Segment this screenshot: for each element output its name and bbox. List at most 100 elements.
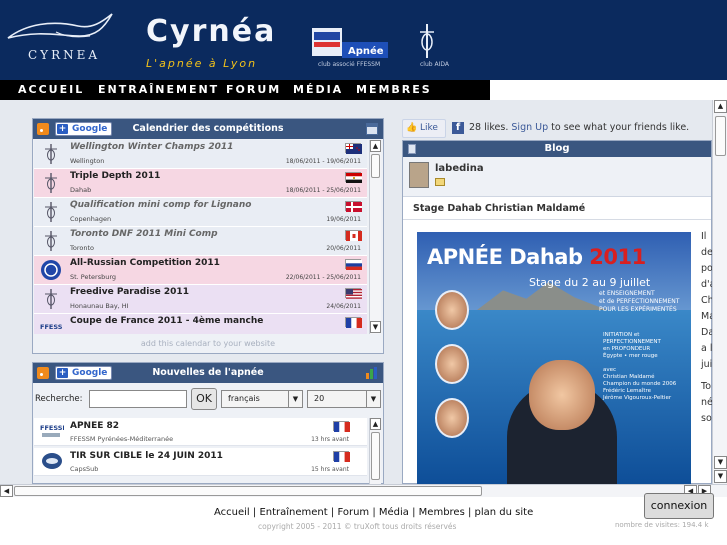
nav-membres[interactable]: MEMBRES <box>356 83 432 96</box>
page-horizontal-scrollbar[interactable]: ◀ ◀ ▶ <box>0 484 727 497</box>
chevron-down-icon: ▼ <box>288 391 302 407</box>
event-row[interactable]: All-Russian Competition 2011 St. Petersbu… <box>34 256 367 285</box>
scroll-down-arrow-icon[interactable]: ▼ <box>370 321 381 333</box>
event-name[interactable]: Toronto DNF 2011 Mini Comp <box>70 229 218 239</box>
post-text-line: Ma <box>701 311 712 322</box>
portrait-2 <box>435 344 469 384</box>
nav-media[interactable]: MÉDIA <box>293 83 343 96</box>
scroll-up-arrow-icon[interactable]: ▲ <box>370 418 381 430</box>
event-row[interactable]: Qualification mini comp for Lignano Copen… <box>34 198 367 227</box>
copyright: copyright 2005 - 2011 © truXoft tous dro… <box>258 522 457 531</box>
scroll-thumb[interactable] <box>371 154 380 178</box>
post-text-line: sou <box>701 413 712 424</box>
event-name[interactable]: All-Russian Competition 2011 <box>70 258 220 268</box>
scroll-up-arrow-icon[interactable]: ▲ <box>714 100 727 113</box>
blog-header: Blog <box>403 141 711 157</box>
aida-trident-icon <box>45 202 57 222</box>
footer-link[interactable]: Entraînement <box>259 507 327 518</box>
link-separator: | <box>327 507 338 518</box>
ffessm-icon: FFESSM <box>40 323 62 331</box>
event-row[interactable]: Freedive Paradise 2011 Honaunau Bay, HI 24… <box>34 285 367 314</box>
post-title[interactable]: Stage Dahab Christian Maldamé <box>413 203 585 214</box>
scroll-up-arrow-icon[interactable]: ▲ <box>370 140 381 152</box>
blog-title: Blog <box>544 143 570 154</box>
poster-title: APNÉE Dahab 2011 <box>427 245 646 269</box>
language-select[interactable]: français ▼ <box>221 390 303 408</box>
event-name[interactable]: Wellington Winter Champs 2011 <box>70 142 233 152</box>
link-separator: | <box>249 507 260 518</box>
likes-rest-text: to see what your friends like. <box>551 122 690 133</box>
news-source: CapsSub <box>70 465 99 473</box>
connexion-button[interactable]: connexion <box>644 493 714 519</box>
event-name[interactable]: Coupe de France 2011 - 4ème manche <box>70 316 263 326</box>
event-row[interactable]: Triple Depth 2011 Dahab 18/06/2011 - 25/06… <box>34 169 367 198</box>
blog-author: labedina <box>403 157 711 197</box>
mail-icon[interactable] <box>435 178 445 186</box>
bar-chart-icon[interactable] <box>366 367 378 379</box>
main-nav: ACCUEIL ENTRAÎNEMENT FORUM MÉDIA MEMBRES <box>0 80 490 100</box>
news-title[interactable]: TIR SUR CIBLE le 24 JUIN 2011 <box>70 451 223 461</box>
news-item[interactable]: FFESSM APNEE 82 FFESSM Pyrénées-Méditerran… <box>34 418 367 446</box>
site-title[interactable]: Cyrnéa <box>146 14 276 49</box>
event-row[interactable]: Toronto DNF 2011 Mini Comp Toronto 20/06/2… <box>34 227 367 256</box>
scroll-down-arrow-icon[interactable]: ▼ <box>714 456 727 469</box>
scroll-thumb[interactable] <box>14 486 482 496</box>
event-location: Wellington <box>70 157 105 165</box>
svg-text:FFESSM: FFESSM <box>40 323 62 331</box>
competition-calendar-widget: + Google Calendrier des compétitions Well… <box>32 118 384 354</box>
divider <box>403 219 711 220</box>
link-separator: | <box>408 507 419 518</box>
scroll-down-arrow-icon[interactable]: ▼ <box>714 470 727 483</box>
footer-link[interactable]: Média <box>379 507 409 518</box>
scroll-thumb[interactable] <box>715 116 726 156</box>
news-time: 13 hrs avant <box>311 436 349 443</box>
flag-ca-icon <box>345 230 362 241</box>
nav-entrainement[interactable]: ENTRAÎNEMENT <box>98 83 219 96</box>
ok-button[interactable]: OK <box>191 388 217 410</box>
event-name[interactable]: Qualification mini comp for Lignano <box>70 200 251 210</box>
footer-link[interactable]: Membres <box>419 507 465 518</box>
post-body-text: Il der pou d'a Ch Ma Da a l juill To néc sou <box>701 229 712 427</box>
aida-trident-icon <box>45 144 57 164</box>
site-tagline: L'apnée à Lyon <box>146 57 258 70</box>
nav-accueil[interactable]: ACCUEIL <box>18 83 84 96</box>
avatar[interactable] <box>409 162 429 188</box>
chevron-down-icon: ▼ <box>366 391 380 407</box>
flag-dk-icon <box>345 201 362 212</box>
post-text-line: Ch <box>701 295 712 306</box>
news-title[interactable]: APNEE 82 <box>70 421 119 431</box>
nav-forum[interactable]: FORUM <box>226 83 281 96</box>
news-widget: + Google Nouvelles de l'apnée Recherche: … <box>32 362 384 484</box>
scroll-left-arrow-icon[interactable]: ◀ <box>0 485 13 497</box>
post-text-line: d'a <box>701 279 712 290</box>
count-select[interactable]: 20 ▼ <box>307 390 381 408</box>
news-search-bar: Recherche: OK français ▼ 20 ▼ <box>33 385 383 413</box>
event-row[interactable]: FFESSM Coupe de France 2011 - 4ème manche <box>34 314 367 334</box>
calendar-icon[interactable] <box>366 123 378 135</box>
logo-text: CYRNEA <box>28 48 101 62</box>
add-calendar-link[interactable]: add this calendar to your website <box>33 339 383 348</box>
calendar-scrollbar[interactable]: ▲ ▼ <box>369 140 381 334</box>
calendar-title: Calendrier des compétitions <box>132 123 284 134</box>
poster-stage: Stage du 2 au 9 juillet <box>529 276 651 289</box>
footer-link[interactable]: Forum <box>337 507 369 518</box>
facebook-like-button[interactable]: Like <box>402 119 446 138</box>
news-search-input[interactable] <box>89 390 187 408</box>
flag-fr-icon <box>345 317 362 328</box>
ffessm-logo-icon[interactable]: Apnée <box>312 24 392 60</box>
competition-logo-icon <box>41 260 61 280</box>
author-name[interactable]: labedina <box>435 163 484 174</box>
news-scrollbar[interactable]: ▲ <box>369 418 381 484</box>
event-name[interactable]: Freedive Paradise 2011 <box>70 287 189 297</box>
scroll-thumb[interactable] <box>371 432 380 480</box>
footer-link[interactable]: plan du site <box>475 507 534 518</box>
dahab-poster-image[interactable]: APNÉE Dahab 2011 Stage du 2 au 9 juillet… <box>417 232 691 484</box>
footer-link[interactable]: Accueil <box>214 507 250 518</box>
page-vertical-scrollbar[interactable]: ▲ ▼ ▼ <box>712 100 727 484</box>
aida-logo-icon[interactable] <box>414 22 440 60</box>
event-row[interactable]: Wellington Winter Champs 2011 Wellington 1… <box>34 140 367 169</box>
event-name[interactable]: Triple Depth 2011 <box>70 171 160 181</box>
news-item[interactable]: TIR SUR CIBLE le 24 JUIN 2011 CapsSub 15 h… <box>34 448 367 476</box>
flag-fr-icon <box>333 421 350 432</box>
facebook-signup-link[interactable]: Sign Up <box>511 122 548 133</box>
